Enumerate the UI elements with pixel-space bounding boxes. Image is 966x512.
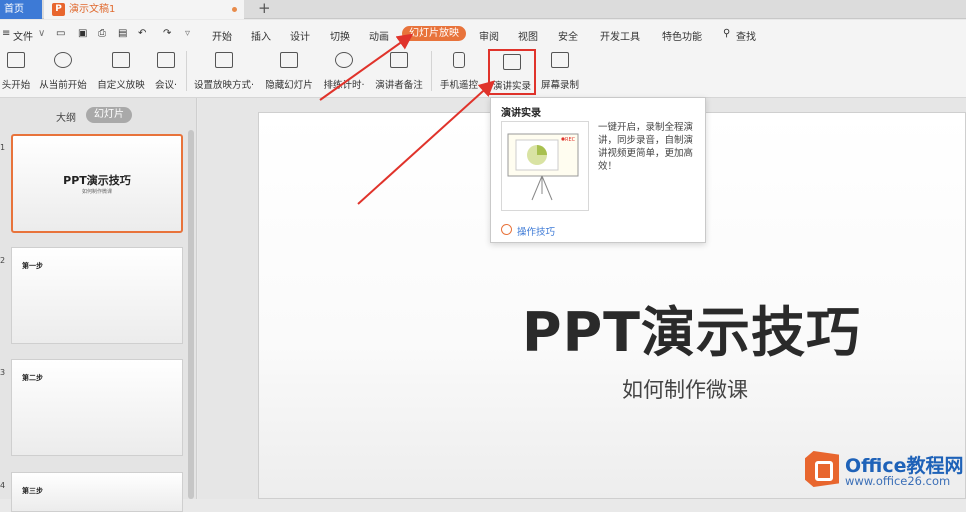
office-logo-icon bbox=[805, 451, 839, 487]
arrow-to-recording-button bbox=[357, 80, 495, 205]
tooltip-description: 一键开启，录制全程演讲，同步录音，自制演讲视频更简单，更加高效！ bbox=[598, 122, 694, 172]
projector-screen-icon: REC bbox=[501, 121, 589, 211]
arrow-to-slideshow-menu bbox=[319, 33, 414, 101]
watermark-url: www.office26.com bbox=[845, 474, 951, 488]
tips-link[interactable]: 操作技巧 bbox=[517, 224, 555, 238]
rec-label: REC bbox=[565, 137, 576, 143]
recording-tooltip: 演讲实录 REC 一键开启，录制全程演讲，同步录音，自制演讲视频更简单，更加高效… bbox=[490, 97, 706, 243]
watermark: Office教程网 www.office26.com bbox=[805, 449, 966, 489]
annotation-arrows bbox=[319, 33, 495, 205]
tooltip-title: 演讲实录 bbox=[501, 108, 541, 119]
tips-icon[interactable] bbox=[501, 224, 512, 235]
